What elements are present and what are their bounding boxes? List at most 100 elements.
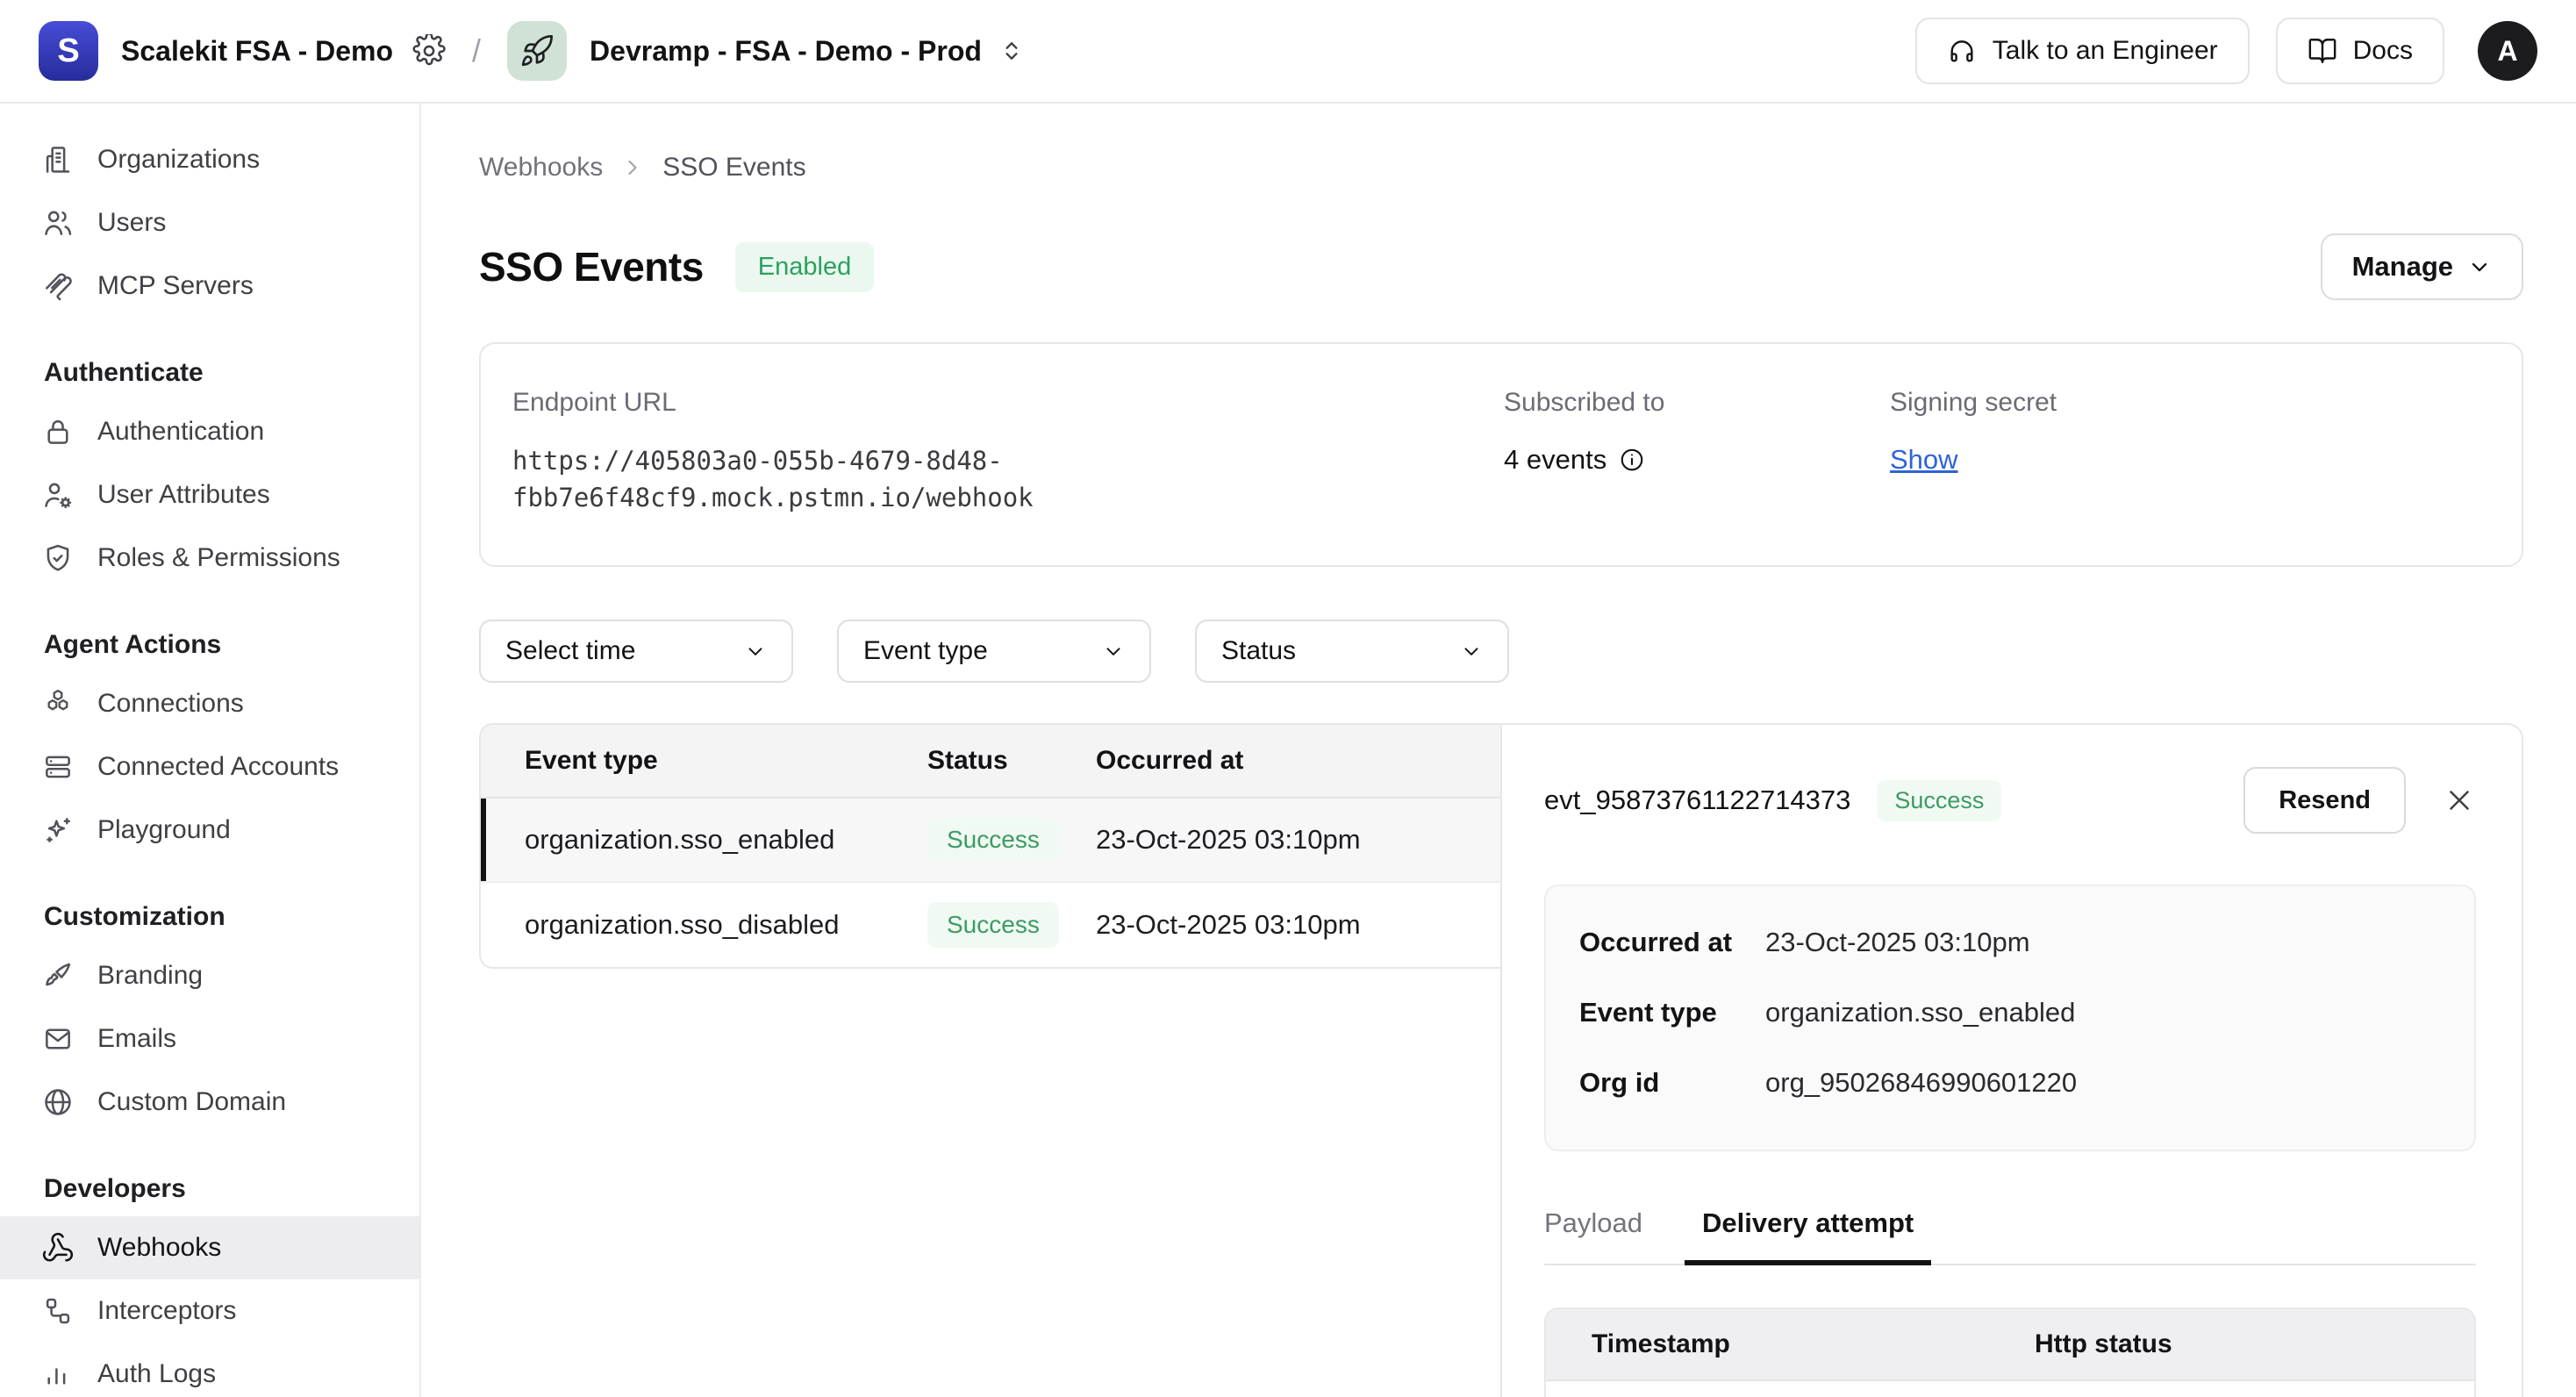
field-value: 23-Oct-2025 03:10pm	[1765, 927, 2030, 958]
chevron-down-icon	[1460, 640, 1483, 663]
chevron-down-icon	[1102, 640, 1125, 663]
title-row: SSO Events Enabled Manage	[479, 233, 2523, 300]
webhook-icon	[41, 1231, 75, 1264]
events-and-detail: Event type Status Occurred at organizati…	[479, 723, 2523, 1397]
sidebar-item-connections[interactable]: Connections	[0, 672, 419, 735]
sidebar-item-users[interactable]: Users	[0, 191, 419, 254]
manage-button[interactable]: Manage	[2321, 233, 2523, 300]
docs-button[interactable]: Docs	[2276, 18, 2444, 84]
logo-letter: S	[57, 32, 79, 70]
field-event-type: Event type organization.sso_enabled	[1579, 997, 2441, 1028]
select-time-filter[interactable]: Select time	[479, 620, 793, 683]
subscribed-label: Subscribed to	[1504, 388, 1890, 418]
event-type-cell: organization.sso_disabled	[525, 909, 927, 941]
headphones-icon	[1947, 36, 1977, 66]
breadcrumb-webhooks[interactable]: Webhooks	[479, 153, 603, 183]
sidebar-item-label: Interceptors	[97, 1296, 236, 1326]
users-icon	[41, 206, 75, 240]
bar-chart-icon	[41, 1358, 75, 1391]
sidebar-item-authentication[interactable]: Authentication	[0, 400, 419, 463]
avatar[interactable]: A	[2478, 21, 2537, 81]
project-name[interactable]: Devramp - FSA - Demo - Prod	[590, 35, 982, 68]
occurred-at-cell: 23-Oct-2025 03:10pm	[1096, 824, 1500, 856]
status-badge: Success	[927, 817, 1059, 863]
field-label: Event type	[1579, 997, 1765, 1028]
sidebar-item-label: Auth Logs	[97, 1359, 216, 1389]
delivery-attempts-table: Timestamp Http status 23-Oct-2025 03:10p…	[1544, 1307, 2476, 1397]
col-timestamp: Timestamp	[1592, 1329, 2035, 1359]
sidebar-item-organizations[interactable]: Organizations	[0, 128, 419, 191]
breadcrumb-sso-events: SSO Events	[662, 153, 805, 183]
breadcrumb: Webhooks SSO Events	[479, 153, 2523, 183]
sidebar: Organizations Users MCP Servers	[0, 104, 421, 1397]
close-icon[interactable]	[2443, 784, 2476, 817]
tab-delivery-attempt[interactable]: Delivery attempt	[1702, 1207, 1914, 1264]
scalekit-logo[interactable]: S	[39, 21, 98, 81]
filters-row: Select time Event type Status	[479, 620, 2523, 683]
status-filter[interactable]: Status	[1195, 620, 1509, 683]
sidebar-item-label: User Attributes	[97, 480, 270, 510]
sidebar-section-developers: Developers	[0, 1174, 419, 1204]
sidebar-item-webhooks[interactable]: Webhooks	[0, 1216, 419, 1279]
field-value: organization.sso_enabled	[1765, 997, 2075, 1028]
project-chip[interactable]	[507, 21, 567, 81]
sidebar-item-branding[interactable]: Branding	[0, 944, 419, 1007]
sidebar-item-user-attributes[interactable]: User Attributes	[0, 463, 419, 527]
event-id: evt_95873761122714373	[1544, 784, 1850, 816]
field-label: Org id	[1579, 1067, 1765, 1099]
enabled-badge: Enabled	[735, 242, 874, 292]
sidebar-section-agent-actions: Agent Actions	[0, 630, 419, 660]
org-name[interactable]: Scalekit FSA - Demo	[121, 35, 393, 68]
sidebar-section-customization: Customization	[0, 902, 419, 932]
sidebar-item-label: MCP Servers	[97, 271, 254, 301]
endpoint-url-label: Endpoint URL	[512, 388, 1504, 418]
sidebar-item-interceptors[interactable]: Interceptors	[0, 1279, 419, 1343]
col-occurred-at: Occurred at	[1096, 746, 1500, 776]
sidebar-item-custom-domain[interactable]: Custom Domain	[0, 1071, 419, 1134]
endpoint-url-block: Endpoint URL https://405803a0-055b-4679-…	[512, 388, 1504, 516]
attempts-table-header: Timestamp Http status	[1546, 1309, 2474, 1381]
user-gear-icon	[41, 478, 75, 512]
gear-icon[interactable]	[412, 34, 446, 68]
chevrons-up-down-icon[interactable]	[998, 37, 1026, 65]
sidebar-item-emails[interactable]: Emails	[0, 1007, 419, 1071]
col-status: Status	[927, 746, 1096, 776]
shield-check-icon	[41, 541, 75, 575]
table-row[interactable]: organization.sso_disabled Success 23-Oct…	[481, 883, 1500, 967]
sidebar-section-authenticate: Authenticate	[0, 358, 419, 388]
occurred-at-cell: 23-Oct-2025 03:10pm	[1096, 909, 1500, 941]
event-type-filter[interactable]: Event type	[837, 620, 1151, 683]
sidebar-item-label: Roles & Permissions	[97, 543, 340, 573]
talk-to-engineer-label: Talk to an Engineer	[1993, 36, 2218, 66]
sidebar-item-mcp-servers[interactable]: MCP Servers	[0, 254, 419, 318]
sidebar-item-auth-logs[interactable]: Auth Logs	[0, 1343, 419, 1397]
topbar-actions: Talk to an Engineer Docs A	[1915, 18, 2537, 84]
status-cell: Success	[927, 817, 1096, 863]
sidebar-item-label: Connected Accounts	[97, 752, 339, 782]
topbar: S Scalekit FSA - Demo / Devramp - FSA - …	[0, 0, 2576, 104]
sidebar-item-playground[interactable]: Playground	[0, 799, 419, 862]
chevron-right-icon	[620, 155, 645, 180]
resend-button[interactable]: Resend	[2243, 767, 2406, 834]
sidebar-item-roles-permissions[interactable]: Roles & Permissions	[0, 527, 419, 590]
chevron-down-icon	[744, 640, 767, 663]
avatar-letter: A	[2497, 35, 2517, 68]
event-detail-panel: evt_95873761122714373 Success Resend Occ…	[1500, 723, 2523, 1397]
show-secret-link[interactable]: Show	[1890, 444, 1958, 476]
cubes-icon	[41, 687, 75, 720]
main-content: Webhooks SSO Events SSO Events Enabled M…	[421, 104, 2576, 1397]
table-row[interactable]: 23-Oct-2025 03:10pm 201	[1546, 1381, 2474, 1397]
server-rows-icon	[41, 750, 75, 784]
tab-payload[interactable]: Payload	[1544, 1207, 1642, 1264]
manage-label: Manage	[2352, 251, 2453, 283]
sidebar-item-label: Custom Domain	[97, 1087, 286, 1117]
table-row[interactable]: organization.sso_enabled Success 23-Oct-…	[481, 799, 1500, 883]
sidebar-item-connected-accounts[interactable]: Connected Accounts	[0, 735, 419, 799]
info-icon[interactable]	[1619, 447, 1645, 473]
subscribed-value: 4 events	[1504, 444, 1890, 476]
detail-tabs: Payload Delivery attempt	[1544, 1207, 2476, 1265]
talk-to-engineer-button[interactable]: Talk to an Engineer	[1915, 18, 2250, 84]
sidebar-item-label: Users	[97, 208, 166, 238]
page-title: SSO Events	[479, 243, 704, 290]
sidebar-item-label: Branding	[97, 961, 203, 991]
